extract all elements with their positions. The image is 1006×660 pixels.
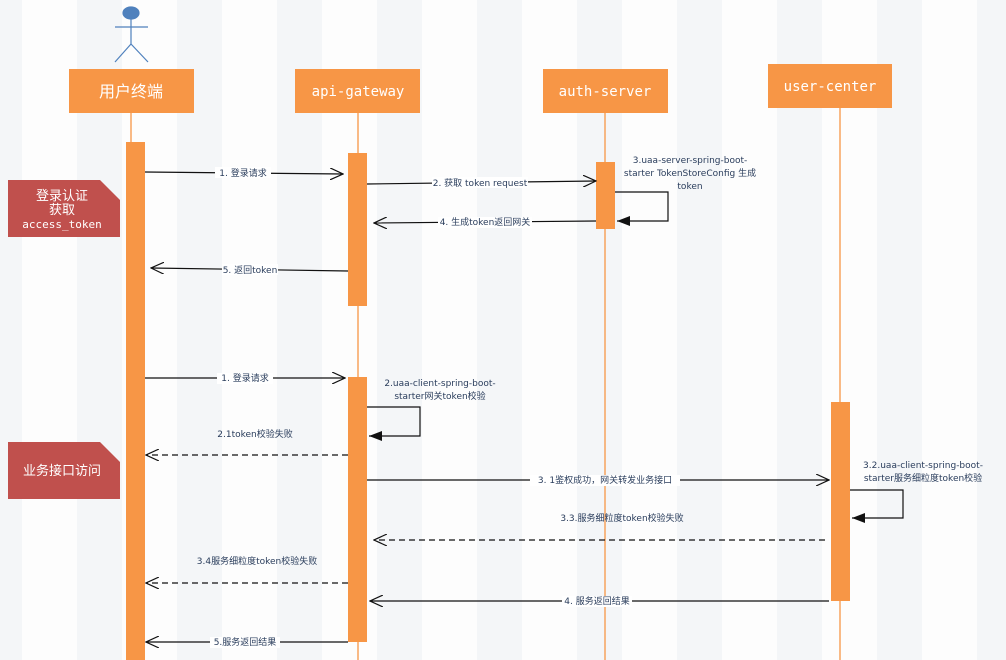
svg-text:3.uaa-server-spring-boot-: 3.uaa-server-spring-boot- xyxy=(633,156,748,166)
message-3-2-service-token-check: 3.2.uaa-client-spring-boot- starter服务细粒度… xyxy=(850,461,983,523)
svg-text:4. 生成token返回网关: 4. 生成token返回网关 xyxy=(440,216,531,228)
message-2-gateway-token-check: 2.uaa-client-spring-boot- starter网关token… xyxy=(367,379,496,441)
note-business-access: 业务接口访问 xyxy=(8,442,120,499)
participant-auth-server[interactable]: auth-server xyxy=(543,69,668,113)
svg-text:starter网关token校验: starter网关token校验 xyxy=(394,390,485,402)
svg-text:获取: 获取 xyxy=(49,203,75,218)
participant-user-center[interactable]: user-center xyxy=(768,64,892,108)
actor-icon xyxy=(114,6,149,63)
message-4-service-return: 4. 服务返回结果 xyxy=(370,595,829,607)
svg-text:3.3.服务细粒度token校验失败: 3.3.服务细粒度token校验失败 xyxy=(560,512,683,524)
svg-text:4. 服务返回结果: 4. 服务返回结果 xyxy=(564,595,629,607)
svg-text:starter TokenStoreConfig 生成: starter TokenStoreConfig 生成 xyxy=(624,167,756,179)
svg-text:2.uaa-client-spring-boot-: 2.uaa-client-spring-boot- xyxy=(384,379,495,389)
svg-text:1. 登录请求: 1. 登录请求 xyxy=(219,167,266,179)
svg-text:3.2.uaa-client-spring-boot-: 3.2.uaa-client-spring-boot- xyxy=(863,461,983,471)
message-3-3-service-check-failed: 3.3.服务细粒度token校验失败 xyxy=(374,512,825,540)
activation-api-gateway-1 xyxy=(348,153,367,306)
message-5-service-return: 5.服务返回结果 xyxy=(146,636,348,648)
activation-auth-server xyxy=(596,162,615,229)
activation-user-center xyxy=(831,402,850,601)
svg-text:业务接口访问: 业务接口访问 xyxy=(23,463,101,479)
participant-label: 用户终端 xyxy=(99,82,163,101)
svg-text:1. 登录请求: 1. 登录请求 xyxy=(221,372,268,384)
svg-text:token: token xyxy=(677,182,702,192)
sequence-diagram: 用户终端 api-gateway auth-server user-center… xyxy=(8,6,983,660)
message-1-login-request: 1. 登录请求 xyxy=(144,167,343,179)
svg-text:5. 返回token: 5. 返回token xyxy=(223,264,278,276)
message-3-4-service-check-failed: 3.4服务细粒度token校验失败 xyxy=(146,555,348,583)
svg-text:access_token: access_token xyxy=(22,218,101,231)
message-3-1-forward-business: 3. 1鉴权成功，网关转发业务接口 xyxy=(367,474,829,486)
svg-text:2.1token校验失败: 2.1token校验失败 xyxy=(217,428,292,440)
svg-text:2. 获取 token request: 2. 获取 token request xyxy=(433,178,528,189)
participant-label: api-gateway xyxy=(312,84,405,100)
participant-label: user-center xyxy=(784,79,877,95)
message-2-get-token: 2. 获取 token request xyxy=(366,177,596,189)
svg-text:登录认证: 登录认证 xyxy=(36,189,88,204)
message-3-self-generate-token: 3.uaa-server-spring-boot- starter TokenS… xyxy=(615,156,756,226)
svg-text:3.4服务细粒度token校验失败: 3.4服务细粒度token校验失败 xyxy=(197,555,317,567)
message-2-1-token-check-failed: 2.1token校验失败 xyxy=(146,428,348,455)
svg-text:starter服务细粒度token校验: starter服务细粒度token校验 xyxy=(864,472,982,484)
svg-text:5.服务返回结果: 5.服务返回结果 xyxy=(214,636,277,648)
participant-label: auth-server xyxy=(559,84,652,100)
activation-api-gateway-2 xyxy=(348,377,367,642)
message-4-return-token-gateway: 4. 生成token返回网关 xyxy=(374,216,597,228)
note-login-auth: 登录认证 获取 access_token xyxy=(8,180,120,237)
message-5-return-token: 5. 返回token xyxy=(151,264,349,276)
participant-api-gateway[interactable]: api-gateway xyxy=(295,69,420,113)
svg-text:3. 1鉴权成功，网关转发业务接口: 3. 1鉴权成功，网关转发业务接口 xyxy=(538,474,672,486)
participant-user-terminal[interactable]: 用户终端 xyxy=(69,69,194,113)
message-1-login-request-2: 1. 登录请求 xyxy=(145,372,345,384)
activation-user-terminal xyxy=(126,142,145,660)
